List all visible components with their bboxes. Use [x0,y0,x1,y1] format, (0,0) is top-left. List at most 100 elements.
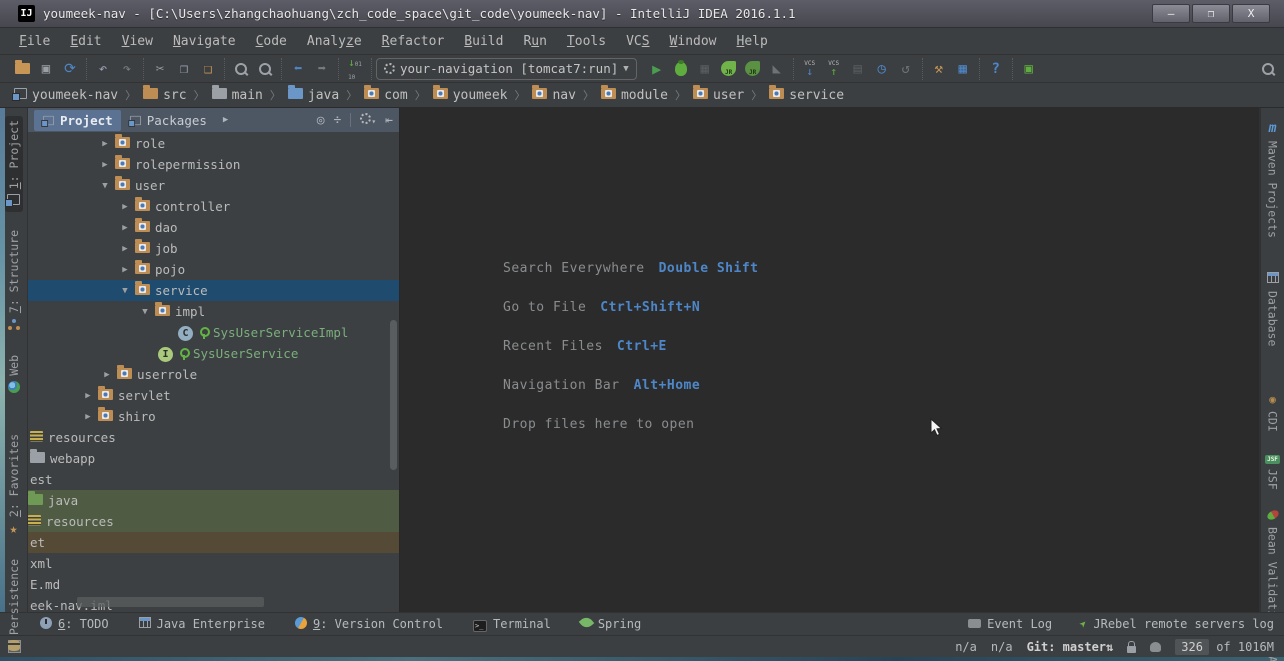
tree-row[interactable]: ▶ servlet [28,385,399,406]
chevron-right-icon[interactable]: ▶ [120,244,130,254]
menu-window[interactable]: Window [661,31,726,52]
replace-icon[interactable] [255,59,275,79]
chevron-down-icon[interactable]: ▼ [140,307,150,317]
tree-row[interactable]: resources [28,427,399,448]
tree-row[interactable]: ▼ impl [28,301,399,322]
breadcrumb-item-youmeek[interactable]: youmeek [429,84,512,103]
copy-icon[interactable]: ❐ [174,59,194,79]
redo-icon[interactable]: ↷ [117,59,137,79]
tree-row[interactable]: ▶ userrole [28,364,399,385]
breadcrumb-item-com[interactable]: com [360,84,411,103]
menu-help[interactable]: Help [728,31,777,52]
menu-code[interactable]: Code [247,31,296,52]
tab-packages[interactable]: Packages [121,110,215,131]
profile-icon[interactable]: ◣ [767,59,787,79]
menu-file[interactable]: File [10,31,59,52]
chevron-right-icon[interactable]: ▶ [120,223,130,233]
jrebel-debug-icon[interactable]: JR [743,59,763,79]
breadcrumb-item-java[interactable]: java [284,84,343,103]
menu-build[interactable]: Build [455,31,512,52]
tree-row[interactable]: I SysUserService [28,343,399,364]
sidebar-item-1-project[interactable]: 1: Project [4,116,23,213]
tree-row[interactable]: ▶ job [28,238,399,259]
tree-row[interactable]: ▼ user [28,175,399,196]
toolwindow-button-9-version-control[interactable]: 9: Version Control [294,616,443,632]
find-icon[interactable] [231,59,251,79]
save-all-icon[interactable]: ▣ [36,59,56,79]
paste-icon[interactable]: ❑ [198,59,218,79]
tree-horizontal-scrollbar[interactable] [77,597,264,607]
chevron-right-icon[interactable]: ▶ [83,412,93,422]
synchronize-icon[interactable]: ⟳ [60,59,80,79]
git-branch-widget[interactable]: Git: master⇅ [1027,640,1114,654]
tree-row[interactable]: est [28,469,399,490]
recent-changes-icon[interactable]: ↓01 10 [345,56,365,81]
tree-row[interactable]: java [28,490,399,511]
tree-row[interactable]: C SysUserServiceImpl [28,322,399,343]
chevron-right-icon[interactable]: ▶ [120,265,130,275]
sidebar-item-persistence[interactable]: Persistence [5,555,23,658]
breadcrumb-item-youmeek-nav[interactable]: youmeek-nav [10,87,122,103]
tab-project[interactable]: Project [34,109,121,131]
back-icon[interactable]: ⬅ [288,59,308,79]
tree-row[interactable]: ▶ shiro [28,406,399,427]
memory-indicator[interactable]: 326 of 1016M [1175,638,1274,655]
vcs-update-icon[interactable]: VCS ↓ [800,59,820,79]
project-structure-icon[interactable]: ▦ [953,59,973,79]
breadcrumb-item-service[interactable]: service [765,84,848,103]
chevron-right-icon[interactable]: ▶ [102,370,112,380]
show-history-icon[interactable]: ◷ [872,59,892,79]
search-everywhere-icon[interactable] [1258,59,1278,79]
menu-tools[interactable]: Tools [558,31,615,52]
sidebar-item-7-structure[interactable]: 7: Structure [5,226,23,337]
menu-run[interactable]: Run [514,31,555,52]
debug-icon[interactable] [671,59,691,79]
tree-row[interactable]: webapp [28,448,399,469]
chevron-right-icon[interactable]: ▶ [100,139,110,149]
tree-row[interactable]: ▶ rolepermission [28,154,399,175]
open-file-icon[interactable] [12,59,32,79]
close-button[interactable]: X [1232,4,1270,23]
sidebar-item-cdi[interactable]: ◉ CDI [1265,389,1281,435]
chevron-right-icon[interactable]: ▶ [100,160,110,170]
rollback-icon[interactable]: ↺ [896,59,916,79]
tree-row[interactable]: resources [28,511,399,532]
tree-row[interactable]: ▶ controller [28,196,399,217]
breadcrumb-item-src[interactable]: src [139,84,190,103]
toolwindow-button-java-enterprise[interactable]: Java Enterprise [138,617,265,631]
tree-row[interactable]: ▶ pojo [28,259,399,280]
menu-vcs[interactable]: VCS [617,31,658,52]
menu-navigate[interactable]: Navigate [164,31,245,52]
tree-row[interactable]: E.md [28,574,399,595]
tree-row[interactable]: et [28,532,399,553]
toolwindow-button-terminal[interactable]: >_ Terminal [473,617,551,632]
tree-row[interactable]: xml [28,553,399,574]
minimize-button[interactable]: — [1152,4,1190,23]
forward-icon[interactable]: ➡ [312,59,332,79]
tree-row[interactable]: ▶ role [28,133,399,154]
breadcrumb-item-main[interactable]: main [208,84,267,103]
breadcrumb-item-user[interactable]: user [689,84,748,103]
breadcrumb-item-nav[interactable]: nav [528,84,579,103]
sidebar-item-database[interactable]: Database [1265,269,1281,349]
menu-view[interactable]: View [113,31,162,52]
toolwindow-button-6-todo[interactable]: 6: TODO [40,616,109,632]
settings-icon[interactable]: ⚒ [929,59,949,79]
sidebar-item-web[interactable]: Web [5,351,23,400]
editor-area[interactable]: Search Everywhere Double Shift Go to File C… [400,108,1260,612]
menu-refactor[interactable]: Refactor [373,31,454,52]
toolwindow-button-spring[interactable]: Spring [578,614,641,631]
breadcrumb-item-module[interactable]: module [597,84,672,103]
tabs-more-icon[interactable]: ▶ [215,115,236,125]
run-configuration-select[interactable]: your-navigation [tomcat7:run] ▼ [376,57,637,80]
jrebel-run-icon[interactable]: JR [719,59,739,79]
menu-edit[interactable]: Edit [61,31,110,52]
undo-icon[interactable]: ↶ [93,59,113,79]
jrebel-config-icon[interactable]: ▣ [1019,59,1039,79]
hector-inspections-icon[interactable] [1150,641,1162,652]
menu-analyze[interactable]: Analyze [298,31,371,52]
cut-icon[interactable]: ✂ [150,59,170,79]
coverage-icon[interactable]: ▦ [695,59,715,79]
run-icon[interactable]: ▶ [647,59,667,79]
chevron-down-icon[interactable]: ▼ [120,286,130,296]
